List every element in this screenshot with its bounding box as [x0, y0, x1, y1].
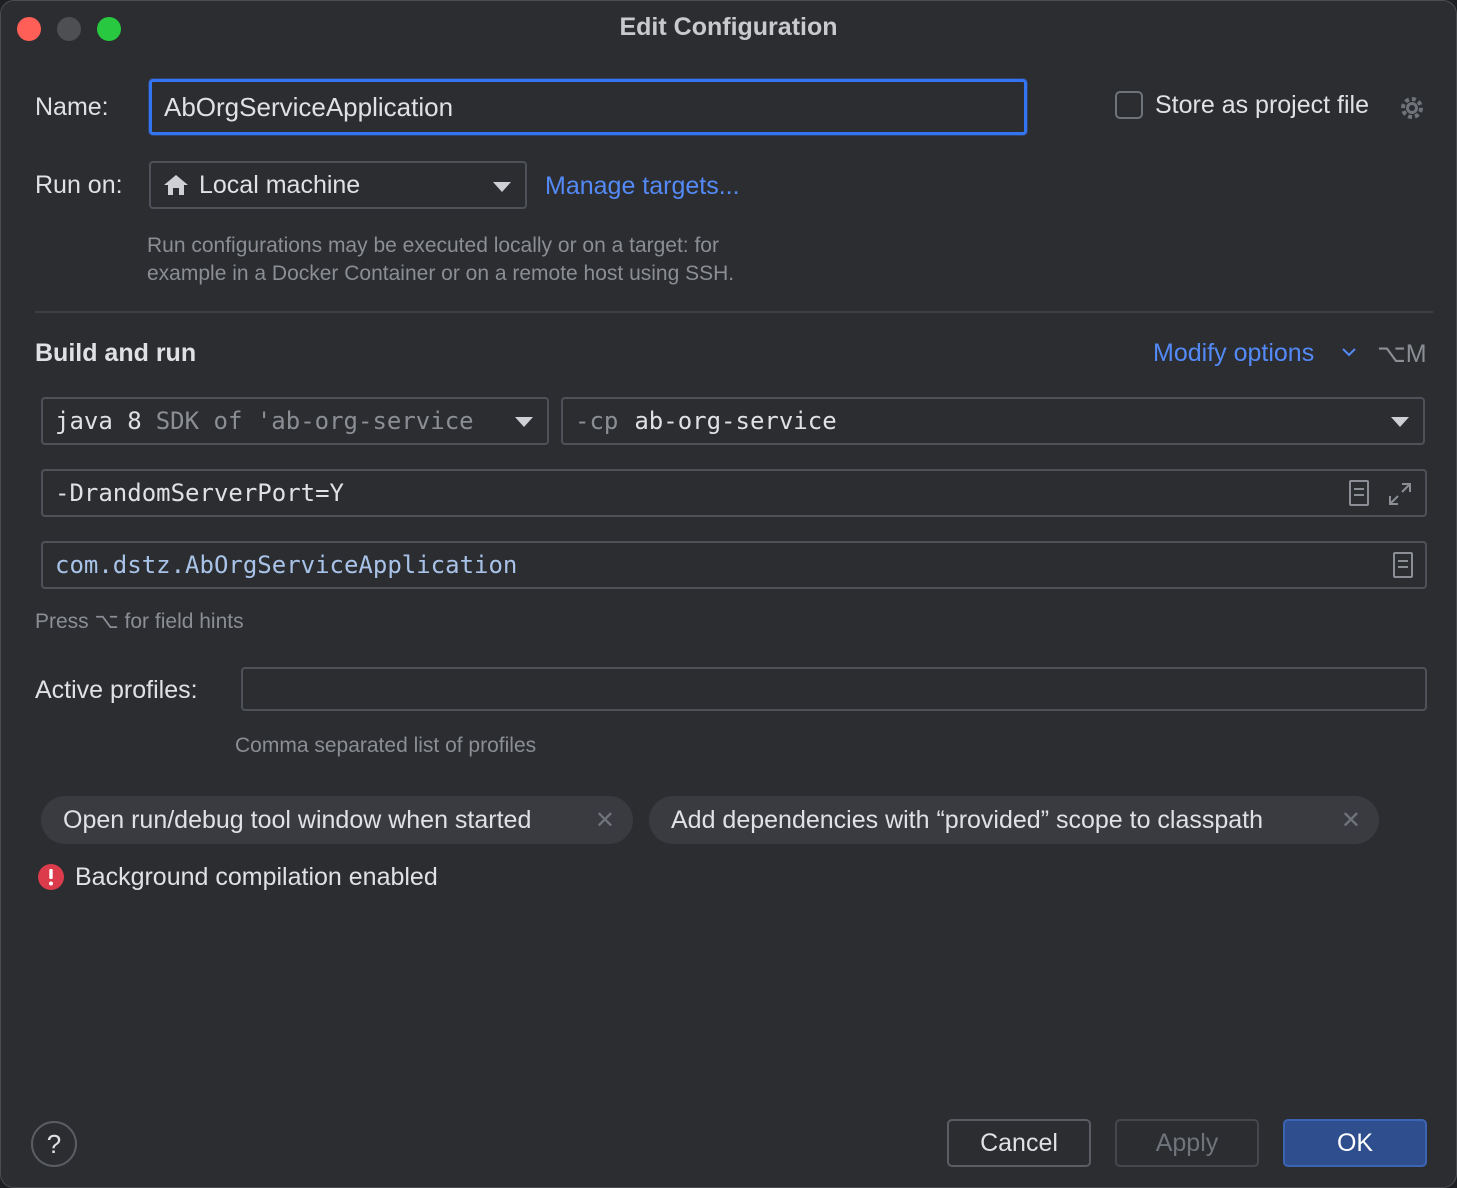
close-icon[interactable]: ✕ — [595, 806, 615, 835]
run-on-label: Run on: — [35, 171, 123, 199]
run-on-value: Local machine — [199, 170, 361, 199]
help-button[interactable]: ? — [31, 1121, 77, 1167]
home-icon — [164, 175, 188, 195]
modify-options-shortcut: ⌥M — [1377, 340, 1427, 368]
cp-flag: -cp — [575, 407, 619, 435]
chevron-down-icon — [515, 417, 533, 427]
build-and-run-heading: Build and run — [35, 339, 197, 367]
modify-options-link[interactable]: Modify options — [1153, 339, 1314, 368]
section-divider — [35, 311, 1433, 313]
active-profiles-hint: Comma separated list of profiles — [235, 734, 537, 757]
document-icon[interactable] — [1393, 552, 1413, 578]
vm-options-value: -DrandomServerPort=Y — [55, 479, 344, 507]
dialog-title: Edit Configuration — [619, 13, 838, 41]
chip-label: Open run/debug tool window when started — [63, 805, 532, 834]
run-on-hint-line1: Run configurations may be executed local… — [147, 234, 719, 257]
edit-configuration-dialog: Edit Configuration Name: AbOrgServiceApp… — [0, 0, 1457, 1188]
chevron-down-icon — [1342, 348, 1356, 357]
title-bar: Edit Configuration — [1, 1, 1456, 55]
name-input-value: AbOrgServiceApplication — [164, 91, 454, 122]
chevron-down-icon — [493, 182, 511, 192]
run-on-hint-line2: example in a Docker Container or on a re… — [147, 262, 735, 285]
main-class-value: com.dstz.AbOrgServiceApplication — [55, 551, 518, 579]
error-icon — [38, 864, 64, 890]
close-icon[interactable]: ✕ — [1341, 806, 1361, 835]
run-on-dropdown[interactable]: Local machine — [149, 161, 527, 209]
main-class-input[interactable]: com.dstz.AbOrgServiceApplication — [41, 541, 1427, 589]
classpath-module-dropdown[interactable]: -cp ab-org-service — [561, 397, 1425, 445]
chip-label: Add dependencies with “provided” scope t… — [671, 805, 1264, 834]
document-icon[interactable] — [1349, 480, 1369, 506]
apply-button[interactable]: Apply — [1115, 1119, 1259, 1167]
active-profiles-input[interactable] — [241, 667, 1427, 711]
jre-dropdown[interactable]: java 8 SDK of 'ab-org-service — [41, 397, 549, 445]
name-input[interactable]: AbOrgServiceApplication — [149, 79, 1027, 135]
ok-button-label: OK — [1336, 1128, 1374, 1157]
vm-options-input[interactable]: -DrandomServerPort=Y — [41, 469, 1427, 517]
jre-value: java 8 — [55, 407, 142, 435]
background-compilation-warning: Background compilation enabled — [75, 863, 438, 891]
option-chip-open-tool-window: Open run/debug tool window when started … — [41, 796, 633, 844]
jre-sdk-label: SDK of 'ab-org-service — [155, 407, 474, 435]
apply-button-label: Apply — [1155, 1128, 1219, 1157]
help-icon: ? — [46, 1128, 62, 1159]
manage-targets-link[interactable]: Manage targets... — [545, 172, 740, 201]
store-as-project-file-checkbox[interactable] — [1115, 91, 1143, 119]
ok-button[interactable]: OK — [1283, 1119, 1427, 1167]
cancel-button-label: Cancel — [980, 1128, 1058, 1157]
cancel-button[interactable]: Cancel — [947, 1119, 1091, 1167]
name-label: Name: — [35, 93, 109, 121]
cp-module-value: ab-org-service — [634, 407, 837, 435]
gear-icon[interactable] — [1397, 93, 1427, 123]
active-profiles-label: Active profiles: — [35, 676, 198, 704]
expand-icon[interactable] — [1387, 481, 1413, 507]
chevron-down-icon — [1391, 417, 1409, 427]
field-hints-text: Press ⌥ for field hints — [35, 610, 244, 633]
option-chip-provided-scope: Add dependencies with “provided” scope t… — [649, 796, 1379, 844]
store-as-project-file-label: Store as project file — [1155, 91, 1369, 119]
